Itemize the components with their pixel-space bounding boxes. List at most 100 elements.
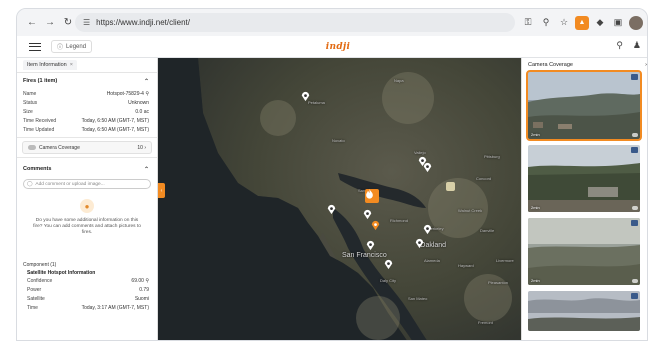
camera-image xyxy=(528,145,640,212)
header-actions: ⚲ ♟ xyxy=(616,40,641,51)
fire-hotspot-marker[interactable] xyxy=(365,189,379,203)
camera-pin-icon[interactable] xyxy=(422,162,433,173)
zoom-to-icon[interactable]: ⚲ xyxy=(145,91,149,97)
comment-input[interactable]: ◯ Add comment or upload image... xyxy=(23,179,151,189)
camera-coverage-count: 10 xyxy=(137,144,143,151)
key-icon[interactable]: ⚿ xyxy=(521,16,535,30)
camera-feed-1[interactable]: 2min xyxy=(526,70,642,141)
map-label-novato: Novato xyxy=(332,138,345,143)
camera-image xyxy=(528,72,640,139)
camera-timestamp: 2min xyxy=(531,132,540,137)
map-label-san-mateo: San Mateo xyxy=(408,296,428,301)
fire-row-time-updated: Time Updated Today, 6:50 AM (GMT-7, MST) xyxy=(23,126,149,133)
eye-icon[interactable] xyxy=(632,133,638,137)
map-label-concord: Concord xyxy=(476,176,492,181)
camera-pin-icon[interactable] xyxy=(422,224,433,235)
collapse-panel-button[interactable]: ‹ xyxy=(158,183,165,198)
comment-icon: ◯ xyxy=(27,181,33,187)
chevron-right-icon[interactable]: › xyxy=(645,62,647,68)
camera-pin-icon[interactable] xyxy=(326,204,337,215)
map-view[interactable]: San Francisco Oakland Daly City San Rafa… xyxy=(158,58,521,340)
component-row-confidence: Confidence 69.00 ⚲ xyxy=(27,277,149,284)
camera-image xyxy=(528,218,640,285)
menu-icon[interactable] xyxy=(29,42,41,51)
component-row-satellite: Satellite Suomi xyxy=(27,295,149,302)
component-row-power: Power 0.79 xyxy=(27,286,149,293)
tab-item-information[interactable]: Item Information × xyxy=(23,60,77,70)
selected-camera-pin-icon[interactable] xyxy=(370,220,381,231)
eye-icon[interactable] xyxy=(632,206,638,210)
close-icon[interactable]: × xyxy=(70,62,73,68)
sidebar-icon[interactable]: ▣ xyxy=(611,16,625,30)
browser-window: ← → ↻ ☰ https://www.indji.net/client/ ⚿ … xyxy=(16,8,648,341)
item-information-panel: Item Information × Fires (1 item) ⌃ Name H… xyxy=(17,58,158,340)
map-label-walnut-creek: Walnut Creek xyxy=(458,208,483,213)
camera-coverage-heading: Camera Coverage xyxy=(528,62,573,68)
camera-timestamp: 2min xyxy=(531,205,540,210)
divider xyxy=(17,137,157,138)
map-label-vallejo: Vallejo xyxy=(414,150,426,155)
camera-image xyxy=(528,291,640,331)
map-label-richmond: Richmond xyxy=(390,218,409,223)
extension-icon[interactable]: ▲ xyxy=(575,15,589,30)
browser-toolbar: ← → ↻ ☰ https://www.indji.net/client/ ⚿ … xyxy=(17,9,647,36)
app-logo: indji xyxy=(323,40,353,54)
camera-pin-icon[interactable] xyxy=(414,238,425,249)
fire-row-time-received: Time Received Today, 6:50 AM (GMT-7, MST) xyxy=(23,117,149,124)
zoom-to-icon[interactable]: ⚲ xyxy=(145,278,149,284)
camera-coverage-toggle[interactable]: Camera Coverage 10 › xyxy=(22,141,152,154)
fire-row-status: Status Unknown xyxy=(23,99,149,106)
fire-row-size: Size 0.0 ac xyxy=(23,108,149,115)
map-label-daly-city: Daly City xyxy=(380,278,397,283)
user-icon[interactable]: ♟ xyxy=(633,40,641,51)
address-bar[interactable]: ☰ https://www.indji.net/client/ xyxy=(75,13,515,32)
site-info-icon[interactable]: ☰ xyxy=(83,18,90,27)
camera-pin-icon[interactable] xyxy=(383,259,394,270)
zoom-icon[interactable]: ⚲ xyxy=(539,16,553,30)
comments-empty-icon: ● xyxy=(80,199,94,213)
comments-section-header[interactable]: Comments ⌃ xyxy=(17,161,157,177)
panel-tabs: Item Information × xyxy=(17,58,157,73)
camera-timestamp: 2min xyxy=(531,278,540,283)
camera-badge-icon xyxy=(631,74,638,80)
divider xyxy=(17,157,157,158)
search-icon[interactable]: ⚲ xyxy=(616,40,623,51)
component-heading: Component (1) xyxy=(23,262,57,268)
profile-avatar[interactable] xyxy=(629,15,643,30)
camera-thumbnail-marker[interactable] xyxy=(446,182,455,191)
camera-pin-icon[interactable] xyxy=(362,209,373,220)
camera-feed-2[interactable]: 2min xyxy=(528,145,640,212)
map-label-hayward: Hayward xyxy=(458,263,474,268)
camera-badge-icon xyxy=(631,220,638,226)
back-icon[interactable]: ← xyxy=(23,14,41,32)
satellite-basemap xyxy=(158,58,521,340)
forward-icon[interactable]: → xyxy=(41,14,59,32)
chevron-up-icon[interactable]: ⌃ xyxy=(144,78,149,85)
camera-coverage-panel: Camera Coverage › 2min 2min 2min xyxy=(521,58,647,340)
map-label-livermore: Livermore xyxy=(496,258,514,263)
chevron-up-icon[interactable]: ⌃ xyxy=(144,166,149,173)
map-label-danville: Danville xyxy=(480,228,495,233)
component-row-time: Time Today, 3:17 AM (GMT-7, MST) xyxy=(27,304,149,311)
chevron-right-icon[interactable]: › xyxy=(144,145,146,151)
star-icon[interactable]: ☆ xyxy=(557,16,571,30)
map-label-pleasanton: Pleasanton xyxy=(488,280,509,285)
eye-icon[interactable] xyxy=(632,279,638,283)
puzzle-icon[interactable]: ◆ xyxy=(593,16,607,30)
browser-actions: ⚿ ⚲ ☆ ▲ ◆ ▣ xyxy=(521,13,643,32)
map-label-alameda: Alameda xyxy=(424,258,440,263)
camera-pin-icon[interactable] xyxy=(365,240,376,251)
camera-badge-icon xyxy=(631,147,638,153)
camera-feed-3[interactable]: 2min xyxy=(528,218,640,285)
map-label-san-francisco: San Francisco xyxy=(342,252,387,259)
camera-pin-icon[interactable] xyxy=(300,91,311,102)
camera-feed-4[interactable] xyxy=(528,291,640,331)
map-label-fremont: Fremont xyxy=(478,320,493,325)
camera-coverage-header: Camera Coverage › xyxy=(522,58,647,72)
fire-row-name: Name Hotspot-75829-4 ⚲ xyxy=(23,90,149,97)
url-text: https://www.indji.net/client/ xyxy=(96,18,190,27)
camera-coverage-label: Camera Coverage xyxy=(39,144,80,151)
legend-button[interactable]: ⓘ Legend xyxy=(51,40,93,53)
fires-section-header[interactable]: Fires (1 item) ⌃ xyxy=(17,73,157,89)
toggle-icon[interactable] xyxy=(28,144,36,150)
